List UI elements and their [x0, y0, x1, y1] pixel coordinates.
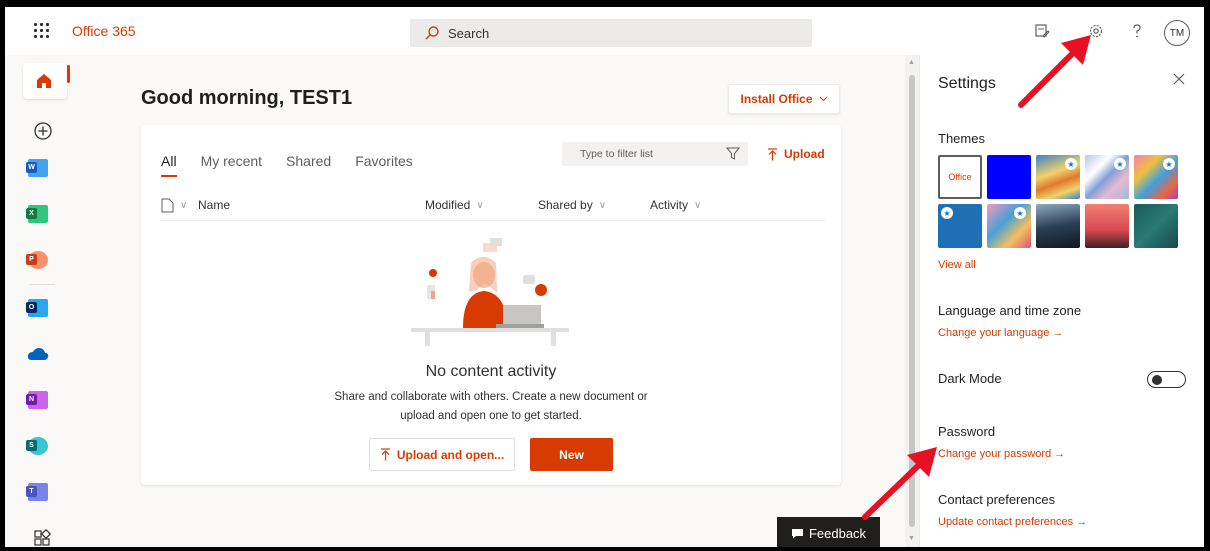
waffle-icon[interactable]: [34, 23, 50, 39]
theme-palms[interactable]: [1085, 204, 1129, 248]
office-home-window: Office 365 Search TM W X P O N S T Good …: [5, 7, 1204, 547]
tab-shared[interactable]: Shared: [286, 153, 331, 169]
update-contact-preferences-link[interactable]: Update contact preferences →: [938, 516, 1087, 528]
onenote-app-icon[interactable]: N: [23, 385, 53, 415]
documents-card: All My recent Shared Favorites Type to f…: [141, 125, 841, 485]
chevron-down-icon: [819, 96, 827, 102]
empty-state-line-2: upload and open one to get started.: [400, 410, 582, 422]
theme-doodles[interactable]: ★: [987, 204, 1031, 248]
name-column[interactable]: Name: [198, 198, 230, 212]
theme-circuit-blue[interactable]: ★: [938, 204, 982, 248]
excel-app-icon[interactable]: X: [23, 199, 53, 229]
theme-blue[interactable]: [987, 155, 1031, 199]
install-office-label: Install Office: [740, 92, 813, 106]
settings-title: Settings: [938, 75, 996, 92]
onedrive-app-icon[interactable]: [23, 339, 53, 369]
upload-icon: [768, 147, 777, 160]
activity-column-label: Activity: [650, 198, 689, 212]
filter-input[interactable]: Type to filter list: [562, 142, 748, 166]
theme-colorful[interactable]: ★: [1134, 155, 1178, 199]
greeting-heading: Good morning, TEST1: [141, 87, 353, 109]
file-icon: [161, 198, 174, 213]
empty-state-illustration: [411, 238, 569, 346]
upload-label: Upload: [784, 147, 825, 161]
filter-icon[interactable]: [726, 147, 740, 160]
sharepoint-app-icon[interactable]: S: [23, 431, 53, 461]
filter-placeholder: Type to filter list: [580, 148, 653, 160]
word-app-icon[interactable]: W: [23, 153, 53, 183]
brand-title[interactable]: Office 365: [72, 23, 136, 39]
name-column-label: Name: [198, 198, 231, 212]
tab-favorites[interactable]: Favorites: [355, 153, 413, 169]
upload-and-open-label: Upload and open...: [396, 447, 505, 462]
annotation-arrow-settings-icon: [1018, 35, 1091, 108]
tab-my-recent[interactable]: My recent: [201, 153, 262, 169]
contact-preferences-heading: Contact preferences: [938, 492, 1056, 507]
upload-and-open-button[interactable]: Upload and open...: [369, 438, 515, 471]
shared-by-column[interactable]: Shared by ∨: [538, 198, 606, 212]
teams-app-icon[interactable]: T: [23, 477, 53, 507]
home-icon: [37, 74, 51, 88]
star-icon: ★: [941, 207, 953, 219]
empty-state-description: Share and collaborate with others. Creat…: [141, 388, 841, 426]
feedback-icon: [791, 529, 803, 539]
theme-rainbow[interactable]: ★: [1036, 155, 1080, 199]
search-placeholder: Search: [448, 26, 490, 41]
scroll-down-arrow-icon[interactable]: ▼: [908, 535, 915, 542]
help-icon[interactable]: [1127, 21, 1147, 41]
upload-button[interactable]: Upload: [767, 147, 825, 161]
modified-column[interactable]: Modified ∨: [425, 198, 484, 212]
empty-state-title: No content activity: [425, 363, 557, 380]
view-all-themes-link[interactable]: View all: [938, 259, 976, 271]
document-tabs: All My recent Shared Favorites: [161, 153, 413, 177]
powerpoint-app-icon[interactable]: P: [23, 245, 53, 275]
star-icon: ★: [1163, 158, 1175, 170]
upload-icon: [380, 448, 390, 461]
file-type-column[interactable]: ∨: [161, 198, 187, 213]
theme-landscape[interactable]: [1036, 204, 1080, 248]
file-list-header: ∨ Name Modified ∨ Shared by ∨ Activity ∨: [161, 191, 825, 221]
create-icon[interactable]: [33, 121, 53, 141]
settings-panel: Settings Themes Office ★ ★ ★ ★ ★ View al…: [919, 55, 1204, 547]
all-apps-icon[interactable]: [33, 529, 51, 547]
theme-ribbons[interactable]: ★: [1085, 155, 1129, 199]
theme-office[interactable]: Office: [938, 155, 982, 199]
change-language-link[interactable]: Change your language →: [938, 327, 1063, 339]
annotation-arrow-change-password: [862, 447, 937, 520]
close-icon[interactable]: [1173, 73, 1185, 85]
new-document-button[interactable]: New: [530, 438, 613, 471]
rail-divider: [29, 284, 55, 285]
scroll-up-arrow-icon[interactable]: ▲: [908, 59, 915, 66]
search-icon: [425, 26, 439, 40]
language-heading: Language and time zone: [938, 303, 1082, 318]
feedback-label: Feedback: [808, 526, 867, 541]
password-heading: Password: [938, 424, 996, 439]
dark-mode-toggle[interactable]: [1147, 371, 1186, 388]
theme-circuit-teal[interactable]: [1134, 204, 1178, 248]
tab-all[interactable]: All: [161, 153, 177, 177]
toggle-knob: [1152, 375, 1162, 385]
change-password-link[interactable]: Change your password →: [938, 448, 1065, 460]
dark-mode-label: Dark Mode: [938, 371, 1002, 386]
themes-heading: Themes: [938, 131, 985, 146]
active-indicator: [67, 65, 70, 83]
star-icon: ★: [1065, 158, 1077, 170]
modified-column-label: Modified: [425, 198, 471, 212]
star-icon: ★: [1114, 158, 1126, 170]
app-rail: W X P O N S T: [5, 55, 75, 547]
outlook-app-icon[interactable]: O: [23, 293, 53, 323]
empty-state-line-1: Share and collaborate with others. Creat…: [334, 391, 648, 403]
activity-column[interactable]: Activity ∨: [650, 198, 701, 212]
avatar[interactable]: TM: [1164, 20, 1190, 46]
shared-by-column-label: Shared by: [538, 198, 593, 212]
search-box[interactable]: Search: [410, 19, 812, 47]
star-icon: ★: [1014, 207, 1026, 219]
install-office-button[interactable]: Install Office: [728, 84, 840, 114]
